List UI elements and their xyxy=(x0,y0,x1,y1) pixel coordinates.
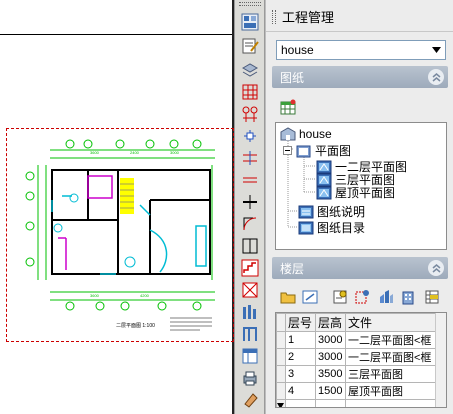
print-icon[interactable] xyxy=(240,368,260,388)
tree-node-plan[interactable]: 平面图 xyxy=(283,142,351,159)
cell-floor-height[interactable]: 3500 xyxy=(315,365,346,383)
tree-notes-label: 图纸说明 xyxy=(317,205,366,219)
plan-folder-icon xyxy=(296,145,311,157)
drawing-canvas[interactable]: 3600 2400 3000 3600 4200 二层平面图 1:100 xyxy=(0,0,234,414)
axis-grid-icon[interactable] xyxy=(240,82,260,102)
tree-item-label: 屋顶平面图 xyxy=(335,186,396,200)
tree-root-label: house xyxy=(299,126,332,141)
cell-empty[interactable] xyxy=(315,399,346,407)
chevron-down-icon[interactable] xyxy=(428,42,444,58)
table-row-new[interactable] xyxy=(276,399,438,407)
room-icon[interactable] xyxy=(240,236,260,256)
catalog-icon xyxy=(298,221,314,234)
svg-text:3600: 3600 xyxy=(90,150,100,155)
new-row-arrow-icon xyxy=(277,403,284,407)
window-icon[interactable] xyxy=(240,192,260,212)
cell-floor-height[interactable]: 1500 xyxy=(315,382,346,400)
tree-node-notes[interactable]: 图纸说明 xyxy=(298,203,365,220)
stair-icon[interactable] xyxy=(240,258,260,278)
row-indicator-header xyxy=(276,313,286,332)
drawings-section-label: 图纸 xyxy=(280,70,305,85)
plan-drawing-icon xyxy=(316,186,332,199)
build-3d-icon[interactable] xyxy=(378,289,394,308)
double-wall-icon[interactable] xyxy=(240,170,260,190)
table-vertical-scrollbar[interactable] xyxy=(435,313,446,407)
cell-empty[interactable] xyxy=(285,399,316,407)
notes-icon xyxy=(298,205,314,218)
col-header-file[interactable]: 文件 xyxy=(345,313,438,332)
new-row-indicator[interactable] xyxy=(276,399,286,407)
svg-text:4200: 4200 xyxy=(140,293,150,298)
row-indicator[interactable] xyxy=(276,382,286,400)
cell-floor-no[interactable]: 3 xyxy=(285,365,316,383)
floors-table-header: 层号 层高 文件 xyxy=(276,313,438,332)
layers-icon[interactable] xyxy=(240,60,260,80)
import-floor-icon[interactable] xyxy=(302,289,318,308)
cell-file[interactable]: 屋顶平面图 xyxy=(345,382,438,400)
eraser-icon[interactable] xyxy=(240,390,260,410)
row-indicator[interactable] xyxy=(276,365,286,383)
floor-properties-icon[interactable] xyxy=(332,289,348,308)
col-header-floor-height[interactable]: 层高 xyxy=(315,313,346,332)
tree-collapse-minus-icon[interactable] xyxy=(283,146,292,155)
tree-item-roof[interactable]: 屋顶平面图 xyxy=(316,184,395,201)
table-icon[interactable] xyxy=(240,346,260,366)
cell-file[interactable]: 三层平面图 xyxy=(345,365,438,383)
floor-plan-drawing: 3600 2400 3000 3600 4200 二层平面图 1:100 xyxy=(25,139,215,331)
cell-floor-no[interactable]: 4 xyxy=(285,382,316,400)
project-select-value: house xyxy=(281,43,314,57)
col-header-floor-no[interactable]: 层号 xyxy=(285,313,316,332)
tree-node-catalog[interactable]: 图纸目录 xyxy=(298,219,365,236)
cell-floor-no[interactable]: 1 xyxy=(285,331,316,349)
cell-floor-height[interactable]: 3000 xyxy=(315,348,346,366)
row-indicator[interactable] xyxy=(276,348,286,366)
toolbar-grip[interactable] xyxy=(239,2,261,6)
drawing-tree[interactable]: house 平面图 一二层平面图 三层平面图 屋顶平面图 图纸说明 图纸目录 xyxy=(275,122,447,250)
table-row[interactable]: 1 3000 一二层平面图<框 xyxy=(276,331,438,349)
row-indicator[interactable] xyxy=(276,331,286,349)
svg-text:2400: 2400 xyxy=(130,150,140,155)
axis-label-icon[interactable] xyxy=(240,104,260,124)
svg-text:3000: 3000 xyxy=(170,150,180,155)
cell-file[interactable]: 一二层平面图<框 xyxy=(345,348,438,366)
cell-floor-no[interactable]: 2 xyxy=(285,348,316,366)
collapse-up-icon[interactable] xyxy=(428,260,444,276)
floors-section-label: 楼层 xyxy=(280,261,305,276)
drawings-section-header[interactable]: 图纸 xyxy=(272,66,448,88)
svg-text:3600: 3600 xyxy=(90,293,100,298)
cell-empty[interactable] xyxy=(345,399,438,407)
drawing-toolbar xyxy=(234,0,265,414)
drawing-manager-icon[interactable] xyxy=(240,12,260,32)
panel-title: 工程管理 xyxy=(282,10,335,25)
panel-title-bar[interactable]: 工程管理 xyxy=(266,2,453,32)
wall-icon[interactable] xyxy=(240,148,260,168)
edit-notes-icon[interactable] xyxy=(240,36,260,56)
floors-section-header[interactable]: 楼层 xyxy=(272,257,448,279)
building-model-icon[interactable] xyxy=(400,289,416,308)
new-drawing-icon[interactable] xyxy=(280,99,296,118)
floors-table[interactable]: 层号 层高 文件 1 3000 一二层平面图<框 2 3000 一二层平面图<框… xyxy=(275,312,447,408)
collapse-up-icon[interactable] xyxy=(428,69,444,85)
table-row[interactable]: 2 3000 一二层平面图<框 xyxy=(276,348,438,366)
project-icon xyxy=(280,126,296,140)
open-folder-icon[interactable] xyxy=(280,289,296,308)
cell-floor-height[interactable]: 3000 xyxy=(315,331,346,349)
tree-root-house[interactable]: house xyxy=(280,125,332,142)
panel-grip-icon[interactable] xyxy=(272,9,276,24)
cell-file[interactable]: 一二层平面图<框 xyxy=(345,331,438,349)
table-row[interactable]: 3 3500 三层平面图 xyxy=(276,365,438,383)
door-icon[interactable] xyxy=(240,214,260,234)
elevation-icon[interactable] xyxy=(240,302,260,322)
table-row[interactable]: 4 1500 屋顶平面图 xyxy=(276,382,438,400)
section-icon[interactable] xyxy=(240,324,260,344)
tree-plan-label: 平面图 xyxy=(315,144,352,158)
floor-table-icon[interactable] xyxy=(424,289,440,308)
elevator-icon[interactable] xyxy=(240,280,260,300)
drawing-caption: 二层平面图 1:100 xyxy=(116,323,155,329)
column-icon[interactable] xyxy=(240,126,260,146)
floor-frame-icon[interactable] xyxy=(354,289,370,308)
project-select[interactable]: house xyxy=(276,40,446,60)
tree-catalog-label: 图纸目录 xyxy=(317,221,366,235)
